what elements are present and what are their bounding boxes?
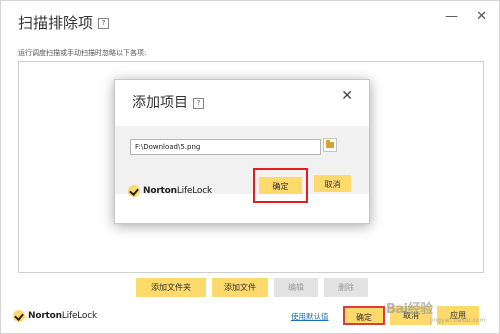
brand-name: NortonLifeLock xyxy=(28,311,98,321)
confirm-highlight: 确定 xyxy=(253,168,308,203)
dialog-cancel-button[interactable]: 取消 xyxy=(314,175,351,192)
dialog-ok-button[interactable]: 确定 xyxy=(259,177,302,194)
checkmark-logo-icon xyxy=(13,310,25,322)
dialog-buttons: 确定 取消 应用 xyxy=(343,306,479,325)
dialog-close-icon[interactable]: ✕ xyxy=(341,88,353,104)
window-title: 扫描排除项? xyxy=(18,12,110,33)
dialog-help-icon[interactable]: ? xyxy=(193,97,204,109)
dialog-brand-name: NortonLifeLock xyxy=(143,186,213,196)
dialog-footer: NortonLifeLock 确定 取消 xyxy=(115,168,369,223)
help-icon[interactable]: ? xyxy=(98,18,110,29)
list-actions: 添加文件夹 添加文件 编辑 删除 xyxy=(136,278,368,297)
window-controls: — ✕ xyxy=(431,9,487,24)
dialog-checkmark-logo-icon xyxy=(128,185,140,197)
exclusions-description: 运行调度扫描或手动扫描时忽略以下各项: xyxy=(18,49,147,57)
add-item-dialog: 添加项目? ✕ NortonLifeLock 确定 取消 xyxy=(114,79,370,224)
dialog-norton-logo: NortonLifeLock xyxy=(128,185,212,197)
dialog-title: 添加项目? xyxy=(132,92,204,112)
cancel-button[interactable]: 取消 xyxy=(390,306,432,325)
close-icon[interactable]: ✕ xyxy=(476,9,487,24)
footer-bar: NortonLifeLock 使用默认值 确定 取消 应用 xyxy=(1,299,499,333)
edit-button[interactable]: 编辑 xyxy=(274,278,318,297)
add-file-button[interactable]: 添加文件 xyxy=(212,278,268,297)
use-defaults-link[interactable]: 使用默认值 xyxy=(291,311,329,322)
add-folder-button[interactable]: 添加文件夹 xyxy=(136,278,206,297)
window-title-text: 扫描排除项 xyxy=(18,14,94,32)
path-input[interactable] xyxy=(130,139,321,155)
norton-logo: NortonLifeLock xyxy=(13,310,97,322)
apply-button[interactable]: 应用 xyxy=(437,306,479,325)
delete-button[interactable]: 删除 xyxy=(324,278,368,297)
browse-folder-button[interactable] xyxy=(323,138,337,152)
ok-button[interactable]: 确定 xyxy=(343,306,385,325)
minimize-icon[interactable]: — xyxy=(445,9,458,24)
dialog-title-text: 添加项目 xyxy=(132,95,188,111)
folder-icon xyxy=(326,140,334,148)
